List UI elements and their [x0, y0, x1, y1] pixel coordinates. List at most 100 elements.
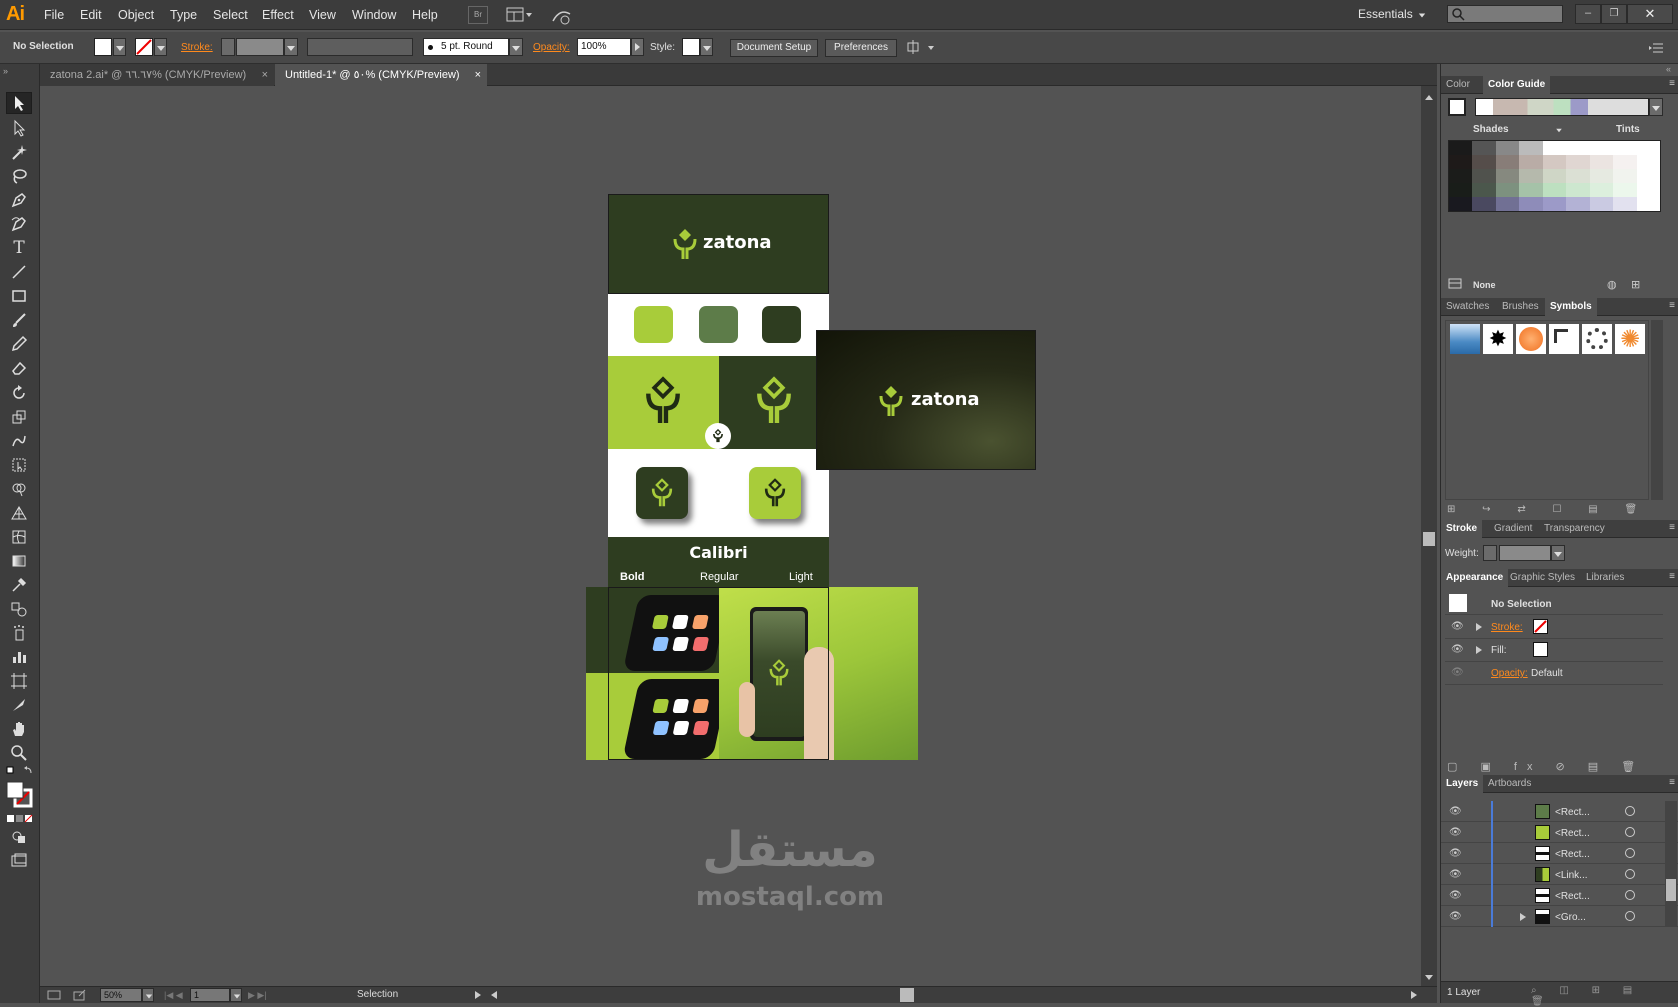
scale-tool-icon[interactable] [6, 406, 32, 428]
curvature-tool-icon[interactable] [6, 213, 32, 235]
vertical-scroll-thumb[interactable] [1423, 532, 1435, 546]
menu-object[interactable]: Object [118, 8, 154, 22]
close-tab-icon[interactable]: × [475, 64, 481, 86]
appearance-fill-row[interactable]: 👁 Fill: [1445, 639, 1663, 662]
symbol-orange-circle[interactable] [1516, 324, 1546, 354]
limit-colors-icon[interactable] [1448, 278, 1466, 290]
gpu-performance-icon[interactable] [550, 6, 574, 26]
layer-name[interactable]: <Link... [1555, 870, 1588, 881]
menu-help[interactable]: Help [412, 8, 438, 22]
column-graph-tool-icon[interactable] [6, 646, 32, 668]
artboard-nav-icon[interactable] [46, 988, 64, 1002]
free-transform-tool-icon[interactable] [6, 454, 32, 476]
tab-untitled-1[interactable]: Untitled-1* @ ٥٠% (CMYK/Preview) × [275, 64, 487, 86]
rectangle-tool-icon[interactable] [6, 285, 32, 307]
visibility-eye-icon[interactable]: 👁 [1449, 869, 1462, 880]
appearance-stroke-label[interactable]: Stroke: [1491, 622, 1523, 633]
tab-gradient[interactable]: Gradient [1489, 520, 1537, 538]
slice-tool-icon[interactable] [6, 694, 32, 716]
opacity-input[interactable]: 100% [577, 38, 631, 56]
fill-swatch[interactable] [94, 38, 112, 56]
graphic-style-dropdown[interactable] [700, 38, 713, 56]
artboard-number-input[interactable]: 1 [190, 988, 230, 1002]
appearance-opacity-row[interactable]: 👁 Opacity: Default [1445, 662, 1663, 685]
target-circle-icon[interactable] [1625, 806, 1635, 816]
tab-stroke[interactable]: Stroke [1441, 520, 1483, 538]
lasso-tool-icon[interactable] [6, 165, 32, 187]
appearance-footer-icons[interactable]: ▢ ▣ fx ⊘ ▤ 🗑 [1447, 760, 1667, 773]
panel-menu-icon[interactable]: ≡ [1669, 300, 1675, 311]
zoom-tool-icon[interactable] [6, 742, 32, 764]
visibility-eye-icon[interactable]: 👁 [1449, 911, 1462, 922]
default-colors-icon[interactable] [6, 766, 34, 776]
layer-row[interactable]: 👁 <Gro... [1441, 906, 1678, 927]
paintbrush-tool-icon[interactable] [6, 309, 32, 331]
tab-color-guide[interactable]: Color Guide [1483, 76, 1551, 94]
tab-graphic-styles[interactable]: Graphic Styles [1505, 569, 1580, 587]
tab-swatches[interactable]: Swatches [1441, 298, 1494, 316]
target-circle-icon[interactable] [1625, 848, 1635, 858]
minimize-button[interactable]: – [1575, 4, 1601, 24]
horizontal-scroll-thumb[interactable] [900, 988, 914, 1002]
layer-name[interactable]: <Gro... [1555, 912, 1586, 923]
eraser-tool-icon[interactable] [6, 357, 32, 379]
canvas[interactable]: zatona Calibri Bold Regular Light zatona… [40, 86, 1426, 986]
harmony-dropdown[interactable] [1649, 98, 1663, 116]
tab-zatona-2[interactable]: zatona 2.ai* @ ٦٦.٦٧% (CMYK/Preview) × [40, 64, 274, 86]
panel-menu-icon[interactable] [1648, 41, 1664, 55]
layer-row[interactable]: 👁 <Rect... [1441, 801, 1678, 822]
arrange-documents-icon[interactable] [506, 6, 534, 24]
symbols-scrollbar[interactable] [1651, 320, 1663, 500]
tab-artboards[interactable]: Artboards [1483, 775, 1536, 793]
color-variations-grid[interactable] [1448, 140, 1661, 212]
mesh-tool-icon[interactable] [6, 526, 32, 548]
search-input[interactable] [1447, 5, 1563, 23]
layer-name[interactable]: <Rect... [1555, 828, 1590, 839]
zoom-dropdown[interactable] [142, 988, 154, 1002]
menu-effect[interactable]: Effect [262, 8, 294, 22]
symbol-corner[interactable] [1549, 324, 1579, 354]
tab-transparency[interactable]: Transparency [1539, 520, 1610, 538]
visibility-eye-icon[interactable]: 👁 [1451, 667, 1464, 678]
tab-layers[interactable]: Layers [1441, 775, 1484, 793]
menu-edit[interactable]: Edit [80, 8, 102, 22]
menu-file[interactable]: File [44, 8, 64, 22]
tab-color[interactable]: Color [1441, 76, 1475, 94]
tab-brushes[interactable]: Brushes [1497, 298, 1544, 316]
close-button[interactable]: ✕ [1627, 4, 1673, 24]
shape-builder-tool-icon[interactable] [6, 478, 32, 500]
stroke-weight-dropdown[interactable] [284, 38, 298, 56]
panel-menu-icon[interactable]: ≡ [1669, 522, 1675, 533]
visibility-eye-icon[interactable]: 👁 [1449, 827, 1462, 838]
typography-block[interactable]: Calibri Bold Regular Light [608, 537, 829, 588]
blend-tool-icon[interactable] [6, 598, 32, 620]
symbol-blue-banner[interactable] [1450, 324, 1480, 354]
eyedropper-tool-icon[interactable] [6, 574, 32, 596]
panel-menu-icon[interactable]: ≡ [1669, 777, 1675, 788]
layer-row[interactable]: 👁 <Rect... [1441, 843, 1678, 864]
target-circle-icon[interactable] [1625, 869, 1635, 879]
layer-name[interactable]: <Rect... [1555, 891, 1590, 902]
pencil-tool-icon[interactable] [6, 333, 32, 355]
color-palette-block[interactable] [608, 294, 829, 356]
visibility-eye-icon[interactable]: 👁 [1451, 644, 1464, 655]
harmony-rules-bar[interactable] [1475, 98, 1649, 116]
weight-dropdown[interactable] [1551, 545, 1565, 561]
close-tab-icon[interactable]: × [262, 64, 268, 86]
stroke-weight-input[interactable] [236, 38, 284, 56]
target-circle-icon[interactable] [1625, 890, 1635, 900]
align-options-icon[interactable] [906, 39, 936, 57]
fill-dropdown[interactable] [113, 38, 126, 56]
visibility-eye-icon[interactable]: 👁 [1451, 621, 1464, 632]
preferences-button[interactable]: Preferences [825, 39, 897, 57]
collapse-icon[interactable]: » [3, 66, 8, 76]
logo-on-lime-block[interactable] [608, 356, 719, 449]
visibility-eye-icon[interactable]: 👁 [1449, 806, 1462, 817]
variable-width-profile[interactable] [307, 38, 413, 56]
phone-mockup-top[interactable] [586, 587, 730, 673]
panel-menu-icon[interactable]: ≡ [1669, 78, 1675, 89]
draw-mode-icon[interactable] [6, 826, 32, 848]
type-tool-icon[interactable]: T [6, 237, 32, 259]
weight-input[interactable] [1499, 545, 1551, 561]
menu-window[interactable]: Window [352, 8, 396, 22]
